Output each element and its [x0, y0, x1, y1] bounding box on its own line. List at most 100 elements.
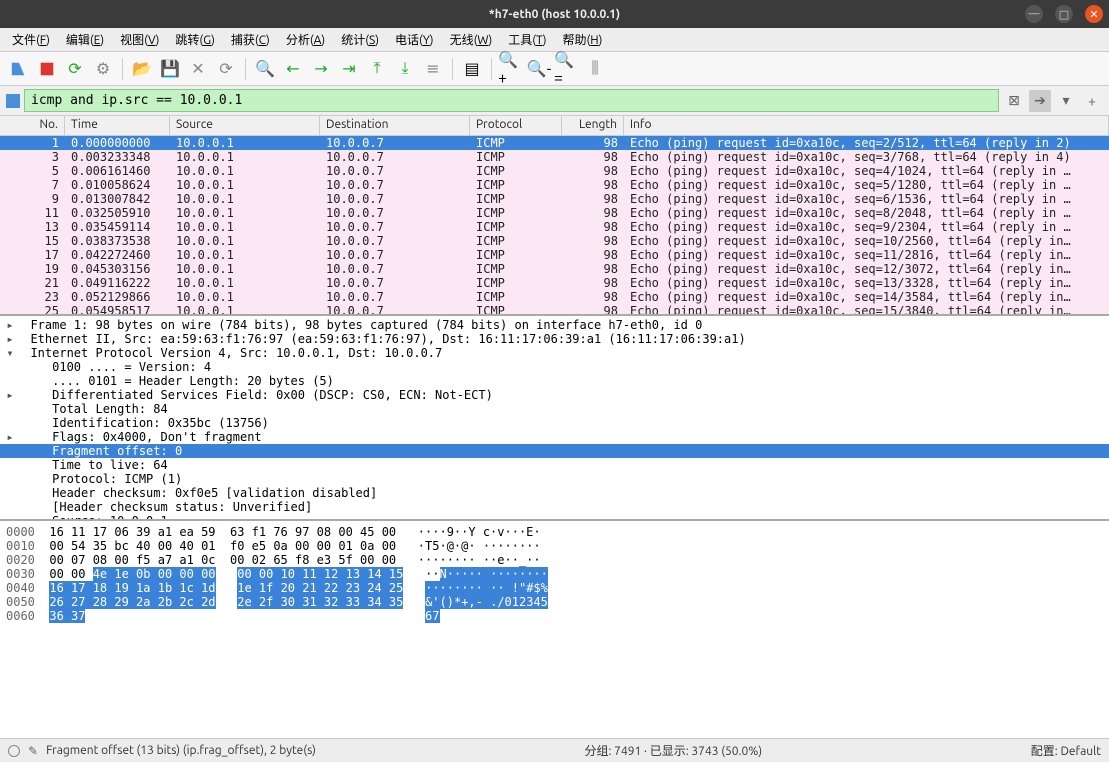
stop-capture-button[interactable] — [34, 56, 60, 82]
toolbar: ⟳ ⚙ 📂 💾 ✕ ⟳ 🔍 ← → ⇥ ⤒ ⤓ ≡ ▤ 🔍+ 🔍- 🔍= ⫼ — [0, 52, 1109, 86]
hex-line[interactable]: 0050 26 27 28 29 2a 2b 2c 2d 2e 2f 30 31… — [6, 595, 1103, 609]
find-packet-button[interactable]: 🔍 — [252, 56, 278, 82]
detail-line[interactable]: ▸ Frame 1: 98 bytes on wire (784 bits), … — [0, 318, 1109, 332]
auto-scroll-button[interactable]: ≡ — [420, 56, 446, 82]
packet-row[interactable]: 130.03545911410.0.0.110.0.0.7ICMP98Echo … — [0, 220, 1109, 234]
column-header[interactable]: Destination — [320, 116, 470, 135]
packet-row[interactable]: 30.00323334810.0.0.110.0.0.7ICMP98Echo (… — [0, 150, 1109, 164]
menu-工具[interactable]: 工具(T) — [504, 29, 550, 50]
packet-row[interactable]: 210.04911622210.0.0.110.0.0.7ICMP98Echo … — [0, 276, 1109, 290]
detail-line[interactable]: Time to live: 64 — [0, 458, 1109, 472]
menu-捕获[interactable]: 捕获(C) — [227, 29, 274, 50]
hex-line[interactable]: 0010 00 54 35 bc 40 00 40 01 f0 e5 0a 00… — [6, 539, 1103, 553]
add-filter-button[interactable]: + — [1081, 90, 1103, 112]
resize-columns-button[interactable]: ⫼ — [582, 56, 608, 82]
apply-filter-button[interactable]: ➔ — [1029, 90, 1051, 112]
detail-line[interactable]: 0100 .... = Version: 4 — [0, 360, 1109, 374]
packet-row[interactable]: 90.01300784210.0.0.110.0.0.7ICMP98Echo (… — [0, 192, 1109, 206]
column-header[interactable]: Protocol — [470, 116, 562, 135]
save-file-button[interactable]: 💾 — [157, 56, 183, 82]
expert-info-icon[interactable] — [8, 745, 20, 757]
open-file-button[interactable]: 📂 — [129, 56, 155, 82]
filter-bookmark-icon[interactable] — [6, 94, 20, 108]
clear-filter-button[interactable]: ⊠ — [1003, 90, 1025, 112]
packet-row[interactable]: 50.00616146010.0.0.110.0.0.7ICMP98Echo (… — [0, 164, 1109, 178]
column-header[interactable]: No. — [0, 116, 65, 135]
zoom-reset-button[interactable]: 🔍= — [554, 56, 580, 82]
hex-line[interactable]: 0030 00 00 4e 1e 0b 00 00 00 00 00 10 11… — [6, 567, 1103, 581]
detail-line[interactable]: Header checksum: 0xf0e5 [validation disa… — [0, 486, 1109, 500]
detail-line[interactable]: Identification: 0x35bc (13756) — [0, 416, 1109, 430]
menu-无线[interactable]: 无线(W) — [446, 29, 497, 50]
status-field-info: Fragment offset (13 bits) (ip.frag_offse… — [46, 744, 316, 757]
menu-分析[interactable]: 分析(A) — [282, 29, 329, 50]
packet-row[interactable]: 150.03837353810.0.0.110.0.0.7ICMP98Echo … — [0, 234, 1109, 248]
detail-line[interactable]: [Header checksum status: Unverified] — [0, 500, 1109, 514]
colorize-button[interactable]: ▤ — [459, 56, 485, 82]
toggle-icon[interactable]: ▸ — [4, 318, 16, 332]
packet-row[interactable]: 190.04530315610.0.0.110.0.0.7ICMP98Echo … — [0, 262, 1109, 276]
detail-line[interactable]: Fragment offset: 0 — [0, 444, 1109, 458]
packet-row[interactable]: 10.00000000010.0.0.110.0.0.7ICMP98Echo (… — [0, 136, 1109, 150]
column-header[interactable]: Info — [624, 116, 1109, 135]
close-file-button[interactable]: ✕ — [185, 56, 211, 82]
go-forward-button[interactable]: → — [308, 56, 334, 82]
packet-row[interactable]: 70.01005862410.0.0.110.0.0.7ICMP98Echo (… — [0, 178, 1109, 192]
toggle-icon[interactable]: ▸ — [4, 430, 16, 444]
packet-details-pane[interactable]: ▸ Frame 1: 98 bytes on wire (784 bits), … — [0, 316, 1109, 521]
column-header[interactable]: Time — [65, 116, 170, 135]
packet-row[interactable]: 250.05495851710.0.0.110.0.0.7ICMP98Echo … — [0, 304, 1109, 314]
restart-capture-button[interactable]: ⟳ — [62, 56, 88, 82]
go-back-button[interactable]: ← — [280, 56, 306, 82]
hex-line[interactable]: 0040 16 17 18 19 1a 1b 1c 1d 1e 1f 20 21… — [6, 581, 1103, 595]
detail-line[interactable]: Total Length: 84 — [0, 402, 1109, 416]
status-profile[interactable]: 配置: Default — [1031, 742, 1101, 759]
hex-line[interactable]: 0060 36 37 67 — [6, 609, 1103, 623]
toggle-icon[interactable]: ▸ — [4, 332, 16, 346]
window-controls: — □ ✕ — [1025, 5, 1103, 23]
detail-line[interactable]: ▸ Differentiated Services Field: 0x00 (D… — [0, 388, 1109, 402]
packet-bytes-pane[interactable]: 0000 16 11 17 06 39 a1 ea 59 63 f1 76 97… — [0, 521, 1109, 738]
display-filter-input[interactable] — [24, 89, 999, 112]
go-last-button[interactable]: ⤓ — [392, 56, 418, 82]
menu-编辑[interactable]: 编辑(E) — [62, 29, 108, 50]
packet-list-pane: No.TimeSourceDestinationProtocolLengthIn… — [0, 116, 1109, 316]
packet-list-rows[interactable]: 10.00000000010.0.0.110.0.0.7ICMP98Echo (… — [0, 136, 1109, 314]
detail-line[interactable]: Protocol: ICMP (1) — [0, 472, 1109, 486]
window-title: *h7-eth0 (host 10.0.0.1) — [489, 8, 620, 21]
capture-file-properties-icon[interactable]: ✎ — [28, 744, 38, 758]
go-to-packet-button[interactable]: ⇥ — [336, 56, 362, 82]
filter-history-button[interactable]: ▾ — [1055, 90, 1077, 112]
menu-统计[interactable]: 统计(S) — [337, 29, 383, 50]
zoom-out-button[interactable]: 🔍- — [526, 56, 552, 82]
detail-line[interactable]: ▾ Internet Protocol Version 4, Src: 10.0… — [0, 346, 1109, 360]
menu-文件[interactable]: 文件(F) — [8, 29, 54, 50]
detail-line[interactable]: ▸ Ethernet II, Src: ea:59:63:f1:76:97 (e… — [0, 332, 1109, 346]
minimize-button[interactable]: — — [1025, 5, 1043, 23]
capture-options-button[interactable]: ⚙ — [90, 56, 116, 82]
start-capture-button[interactable] — [6, 56, 32, 82]
maximize-button[interactable]: □ — [1055, 5, 1073, 23]
status-packet-count: 分组: 7491 · 已显示: 3743 (50.0%) — [584, 742, 762, 759]
column-header[interactable]: Length — [562, 116, 624, 135]
zoom-in-button[interactable]: 🔍+ — [498, 56, 524, 82]
detail-line[interactable]: .... 0101 = Header Length: 20 bytes (5) — [0, 374, 1109, 388]
packet-row[interactable]: 110.03250591010.0.0.110.0.0.7ICMP98Echo … — [0, 206, 1109, 220]
menu-电话[interactable]: 电话(Y) — [391, 29, 438, 50]
menubar: 文件(F) 编辑(E) 视图(V) 跳转(G) 捕获(C) 分析(A) 统计(S) 电话(Y)… — [0, 28, 1109, 52]
packet-row[interactable]: 170.04227246010.0.0.110.0.0.7ICMP98Echo … — [0, 248, 1109, 262]
packet-row[interactable]: 230.05212986610.0.0.110.0.0.7ICMP98Echo … — [0, 290, 1109, 304]
detail-line[interactable]: ▸ Flags: 0x4000, Don't fragment — [0, 430, 1109, 444]
go-first-button[interactable]: ⤒ — [364, 56, 390, 82]
hex-line[interactable]: 0020 00 07 08 00 f5 a7 a1 0c 00 02 65 f8… — [6, 553, 1103, 567]
hex-line[interactable]: 0000 16 11 17 06 39 a1 ea 59 63 f1 76 97… — [6, 525, 1103, 539]
detail-line[interactable]: Source: 10.0.0.1 — [0, 514, 1109, 521]
menu-跳转[interactable]: 跳转(G) — [171, 29, 219, 50]
toggle-icon[interactable]: ▸ — [4, 388, 16, 402]
column-header[interactable]: Source — [170, 116, 320, 135]
menu-视图[interactable]: 视图(V) — [116, 29, 163, 50]
close-button[interactable]: ✕ — [1085, 5, 1103, 23]
reload-button[interactable]: ⟳ — [213, 56, 239, 82]
toggle-icon[interactable]: ▾ — [4, 346, 16, 360]
menu-帮助[interactable]: 帮助(H) — [558, 29, 606, 50]
